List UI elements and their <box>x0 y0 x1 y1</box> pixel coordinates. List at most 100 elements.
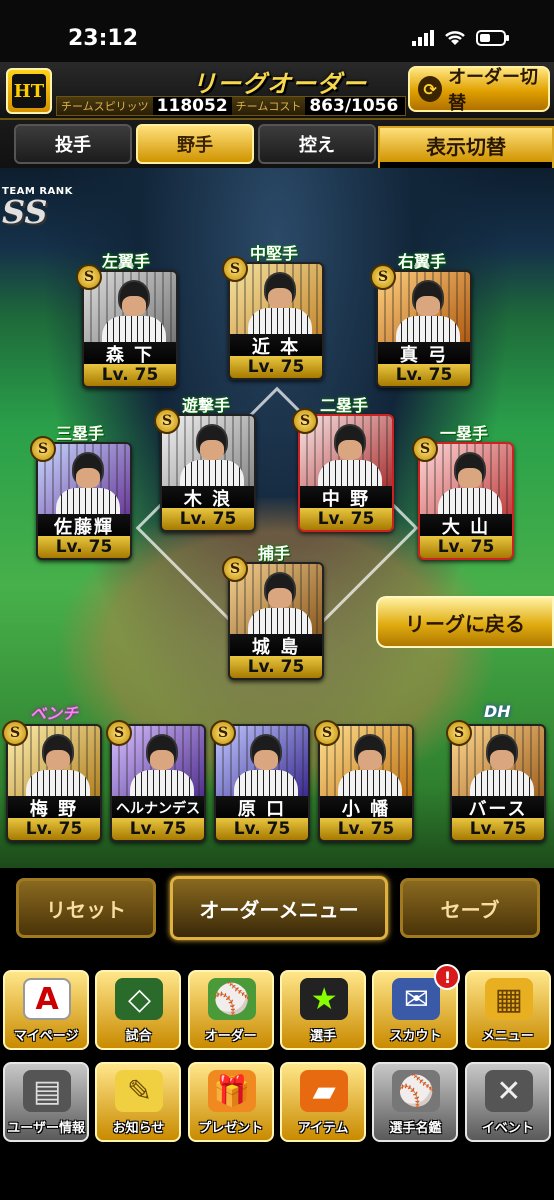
order-menu-button[interactable]: オーダーメニュー <box>170 876 388 940</box>
header: HT リーグオーダー チームスピリッツ 118052 チームコスト 863/10… <box>0 62 554 120</box>
player-name: バース <box>452 796 544 820</box>
signal-icon <box>412 30 434 46</box>
player-level: Lv. 75 <box>38 536 130 558</box>
position-label: 中堅手 <box>250 244 299 263</box>
nav-scout[interactable]: ✉ スカウト ! <box>372 964 461 1050</box>
news-icon: ✎ <box>115 1070 164 1112</box>
player-name: 梅 野 <box>8 796 100 820</box>
tab-pitcher[interactable]: 投手 <box>14 124 132 164</box>
nav-news[interactable]: ✎ お知らせ <box>95 1062 182 1142</box>
item-icon: ▰ <box>300 1070 349 1112</box>
player-name: 真 弓 <box>378 342 470 366</box>
player-name: 中 野 <box>300 486 392 510</box>
players-icon: ★ <box>300 978 349 1020</box>
scout-icon: ✉ <box>392 978 441 1020</box>
position-label: 一塁手 <box>440 424 489 443</box>
rarity-badge-icon: S <box>210 720 236 746</box>
dh-label: DH <box>484 702 511 721</box>
menu-icon: ▦ <box>484 978 533 1020</box>
rarity-badge-icon: S <box>222 256 248 282</box>
player-level: Lv. 75 <box>230 356 322 378</box>
tab-fielder[interactable]: 野手 <box>136 124 254 164</box>
rarity-badge-icon: S <box>446 720 472 746</box>
nav-player-directory[interactable]: ⚾ 選手名鑑 <box>372 1062 459 1142</box>
player-level: Lv. 75 <box>378 364 470 386</box>
player-level: Lv. 75 <box>230 656 322 678</box>
nav-players[interactable]: ★ 選手 <box>280 970 367 1050</box>
rarity-badge-icon: S <box>76 264 102 290</box>
display-toggle-label: 表示切替 <box>380 128 552 162</box>
status-time: 23:12 <box>68 26 139 51</box>
nav-order[interactable]: ⚾ オーダー <box>187 970 274 1050</box>
position-label: 遊撃手 <box>182 396 231 415</box>
rarity-badge-icon: S <box>106 720 132 746</box>
battery-icon <box>476 30 509 46</box>
reset-button[interactable]: リセット <box>16 878 156 938</box>
team-rank: TEAM RANK SS <box>2 186 73 231</box>
order-switch-button[interactable]: ⟳ オーダー切替 <box>408 66 550 114</box>
player-name: 近 本 <box>230 334 322 358</box>
rarity-badge-icon: S <box>222 556 248 582</box>
player-level: Lv. 75 <box>216 818 308 840</box>
player-name: 原 口 <box>216 796 308 820</box>
team-rank-value: SS <box>2 193 48 231</box>
bench-label: ベンチ <box>30 704 79 723</box>
spirits-value: 118052 <box>156 96 228 116</box>
position-label: 三塁手 <box>56 424 105 443</box>
rarity-badge-icon: S <box>412 436 438 462</box>
refresh-icon: ⟳ <box>418 76 443 102</box>
status-icons <box>412 30 510 46</box>
order-switch-label: オーダー切替 <box>448 67 539 114</box>
nav-item[interactable]: ▰ アイテム <box>280 1062 367 1142</box>
position-label: 右翼手 <box>398 252 447 271</box>
player-level: Lv. 75 <box>320 818 412 840</box>
nav-user-info[interactable]: ▤ ユーザー情報 <box>3 1062 90 1142</box>
wifi-icon <box>445 31 465 45</box>
nav-event[interactable]: ✕ イベント <box>464 1062 551 1142</box>
player-name: 大 山 <box>420 514 512 538</box>
present-icon: 🎁 <box>207 1070 256 1112</box>
tab-reserve[interactable]: 控え <box>258 124 376 164</box>
event-icon: ✕ <box>484 1070 533 1112</box>
spirits-label: チームスピリッツ <box>57 97 153 115</box>
order-icon: ⚾ <box>207 978 256 1020</box>
user-info-icon: ▤ <box>23 1070 72 1112</box>
cost-value: 863/1056 <box>309 96 399 116</box>
return-to-league-button[interactable]: リーグに戻る <box>376 596 554 648</box>
rarity-badge-icon: S <box>314 720 340 746</box>
player-level: Lv. 75 <box>420 536 512 558</box>
cost-label: チームコスト <box>231 97 306 115</box>
page-title: リーグオーダー <box>192 70 367 98</box>
player-directory-icon: ⚾ <box>392 1070 441 1112</box>
save-button[interactable]: セーブ <box>400 878 540 938</box>
position-label: 捕手 <box>258 544 291 563</box>
player-level: Lv. 75 <box>300 508 392 530</box>
player-name: 城 島 <box>230 634 322 658</box>
player-name: 森 下 <box>84 342 176 366</box>
player-name: 小 幡 <box>320 796 412 820</box>
position-label: 二塁手 <box>320 396 369 415</box>
rarity-badge-icon: S <box>292 408 318 434</box>
notification-badge: ! <box>434 964 461 990</box>
player-name: 佐藤輝 <box>38 514 130 538</box>
position-label: 左翼手 <box>102 252 151 271</box>
mypage-icon: A <box>23 978 72 1020</box>
match-icon: ◇ <box>115 978 164 1020</box>
player-level: Lv. 75 <box>84 364 176 386</box>
rarity-badge-icon: S <box>2 720 28 746</box>
rarity-badge-icon: S <box>370 264 396 290</box>
nav-match[interactable]: ◇ 試合 <box>95 970 182 1050</box>
nav-present[interactable]: 🎁 プレゼント <box>187 1062 274 1142</box>
player-name: ヘルナンデス <box>112 796 204 820</box>
player-level: Lv. 75 <box>452 818 544 840</box>
nav-menu[interactable]: ▦ メニュー <box>464 970 551 1050</box>
main-nav: A マイページ ◇ 試合 ⚾ オーダー ★ 選手 ✉ スカウト ! ▦ メニュー <box>0 964 554 1050</box>
sub-nav: ▤ ユーザー情報 ✎ お知らせ 🎁 プレゼント ▰ アイテム ⚾ 選手名鑑 ✕ … <box>0 1062 554 1142</box>
status-bar: 23:12 <box>0 0 554 62</box>
player-level: Lv. 75 <box>8 818 100 840</box>
team-logo-icon: HT <box>6 68 52 114</box>
nav-mypage[interactable]: A マイページ <box>3 970 90 1050</box>
player-level: Lv. 75 <box>112 818 204 840</box>
player-level: Lv. 75 <box>162 508 254 530</box>
rarity-badge-icon: S <box>154 408 180 434</box>
